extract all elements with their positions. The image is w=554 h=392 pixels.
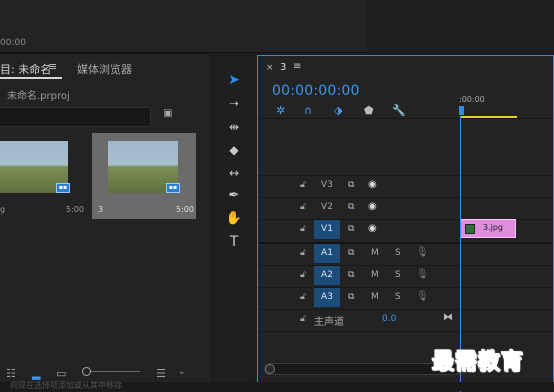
- sync-lock-icon[interactable]: ⧉: [348, 248, 354, 258]
- project-tab[interactable]: 目: 未命名: [0, 61, 51, 77]
- track-target-v3[interactable]: V3: [314, 176, 340, 195]
- solo-button[interactable]: S: [395, 292, 401, 302]
- mute-button[interactable]: M: [371, 248, 379, 258]
- media-browser-tab[interactable]: 媒体浏览器: [77, 61, 132, 77]
- icon-view-icon[interactable]: ▂: [32, 367, 40, 380]
- clip-name: 3.jpg: [483, 223, 504, 232]
- timeline-panel: × 3 ≡ 00:00:00:00 :00:00 ✲ ∩ ⬗ ⬟ 🔧 🔓︎ V3…: [257, 55, 554, 392]
- linked-selection-icon[interactable]: ⬗: [334, 104, 342, 117]
- track-target-a1[interactable]: A1: [314, 244, 340, 263]
- track-a1: 🔓︎ A1 ⧉ M S 🎙︎: [258, 244, 553, 265]
- zoom-slider-handle[interactable]: [82, 367, 91, 376]
- sync-lock-icon[interactable]: ⧉: [348, 270, 354, 280]
- track-a2: 🔓︎ A2 ⧉ M S 🎙︎: [258, 266, 553, 287]
- track-target-v1[interactable]: V1: [314, 220, 340, 239]
- still-image-icon: ▪▪: [56, 183, 70, 193]
- track-separator: [258, 331, 553, 332]
- track-target-a3[interactable]: A3: [314, 288, 340, 307]
- sequence-icon: ▪▪: [166, 183, 180, 193]
- playhead-handle[interactable]: [459, 106, 464, 115]
- eye-icon[interactable]: ◉: [368, 223, 377, 234]
- media-item-name: 3: [98, 205, 104, 214]
- ruler-time-label: :00:00: [459, 95, 485, 104]
- chevron-down-icon[interactable]: ⌄: [178, 367, 186, 377]
- mute-button[interactable]: M: [371, 292, 379, 302]
- wrench-icon[interactable]: 🔧: [392, 104, 406, 117]
- track-a3: 🔓︎ A3 ⧉ M S 🎙︎: [258, 288, 553, 309]
- master-track-label: 主声道: [314, 317, 344, 328]
- playhead-timecode[interactable]: 00:00:00:00: [272, 83, 360, 99]
- freeform-view-icon[interactable]: ▭: [56, 367, 66, 380]
- search-input[interactable]: [0, 107, 151, 127]
- media-item[interactable]: ▪▪ g 5:00: [0, 133, 102, 219]
- track-v3: 🔓︎ V3 ⧉ ◉: [258, 176, 553, 197]
- ripple-edit-tool-icon[interactable]: ⇹: [222, 116, 246, 138]
- lock-icon[interactable]: 🔓︎: [300, 180, 306, 190]
- program-monitor: 00:00: [0, 0, 366, 53]
- watermark-logo: 最需教育: [431, 349, 525, 376]
- lock-icon[interactable]: 🔓︎: [300, 270, 306, 280]
- microphone-icon[interactable]: 🎙︎: [416, 269, 429, 280]
- media-item-name: g: [0, 205, 6, 214]
- razor-tool-icon[interactable]: ◆: [222, 139, 246, 161]
- slip-tool-icon[interactable]: ↔: [222, 162, 246, 184]
- snap-icon[interactable]: ∩: [304, 104, 312, 117]
- new-bin-icon[interactable]: ▣: [160, 108, 176, 122]
- lock-icon[interactable]: 🔓︎: [300, 202, 306, 212]
- panel-menu-icon[interactable]: ≡: [48, 60, 57, 73]
- lock-icon[interactable]: 🔓︎: [300, 248, 306, 258]
- master-track: 🔓︎ 主声道 0.0 ⧓: [258, 310, 553, 331]
- type-tool-icon[interactable]: T: [222, 231, 246, 253]
- status-bar: 向现在选择项添加或从其中移除: [0, 381, 554, 391]
- marker-icon[interactable]: ⬟: [364, 104, 374, 117]
- microphone-icon[interactable]: 🎙︎: [416, 291, 429, 302]
- pen-tool-icon[interactable]: ✒: [222, 185, 246, 207]
- list-view-icon[interactable]: ☷: [6, 367, 16, 380]
- lock-icon[interactable]: 🔓︎: [300, 292, 306, 302]
- program-timecode: 00:00: [0, 38, 26, 48]
- track-select-tool-icon[interactable]: ⇢: [222, 93, 246, 115]
- clip-image-icon: [465, 224, 475, 234]
- solo-button[interactable]: S: [395, 248, 401, 258]
- nest-icon[interactable]: ✲: [276, 104, 285, 117]
- top-right-panel: [366, 0, 554, 52]
- track-target-a2[interactable]: A2: [314, 266, 340, 285]
- selection-tool-icon[interactable]: ➤: [222, 69, 246, 91]
- status-text: 向现在选择项添加或从其中移除: [10, 381, 122, 390]
- active-tab-indicator: [0, 77, 62, 79]
- sync-lock-icon[interactable]: ⧉: [348, 180, 354, 190]
- microphone-icon[interactable]: 🎙︎: [416, 247, 429, 258]
- eye-icon[interactable]: ◉: [368, 201, 377, 212]
- close-icon[interactable]: ×: [266, 63, 274, 73]
- media-item-duration: 5:00: [176, 205, 194, 214]
- lock-icon[interactable]: 🔓︎: [300, 224, 306, 234]
- hand-tool-icon[interactable]: ✋: [222, 208, 246, 230]
- mute-button[interactable]: M: [371, 270, 379, 280]
- track-v2: 🔓︎ V2 ⧉ ◉: [258, 198, 553, 219]
- master-volume-value[interactable]: 0.0: [382, 314, 396, 324]
- go-to-out-icon[interactable]: ⧓: [443, 312, 453, 323]
- project-file-name: 未命名.prproj: [7, 91, 70, 102]
- sort-icon[interactable]: ☰: [156, 367, 166, 380]
- project-panel: 目: 未命名 ≡ 媒体浏览器 未命名.prproj ▣ ▪▪ g 5:00 ▪▪…: [0, 55, 210, 391]
- panel-menu-icon[interactable]: ≡: [293, 61, 301, 72]
- sequence-tab[interactable]: 3: [280, 62, 286, 73]
- sync-lock-icon[interactable]: ⧉: [348, 202, 354, 212]
- sync-lock-icon[interactable]: ⧉: [348, 224, 354, 234]
- header-divider: [258, 118, 553, 119]
- timeline-clip[interactable]: 3.jpg: [460, 219, 516, 238]
- track-target-v2[interactable]: V2: [314, 198, 340, 217]
- lock-icon[interactable]: 🔓︎: [300, 314, 306, 324]
- tools-panel: ➤ ⇢ ⇹ ◆ ↔ ✒ ✋ T: [218, 55, 250, 391]
- sync-lock-icon[interactable]: ⧉: [348, 292, 354, 302]
- media-item-duration: 5:00: [66, 205, 84, 214]
- solo-button[interactable]: S: [395, 270, 401, 280]
- work-area-bar[interactable]: [461, 116, 517, 118]
- media-item-selected[interactable]: ▪▪ 3 5:00: [92, 133, 196, 219]
- eye-icon[interactable]: ◉: [368, 179, 377, 190]
- scrollbar-handle[interactable]: [265, 364, 275, 374]
